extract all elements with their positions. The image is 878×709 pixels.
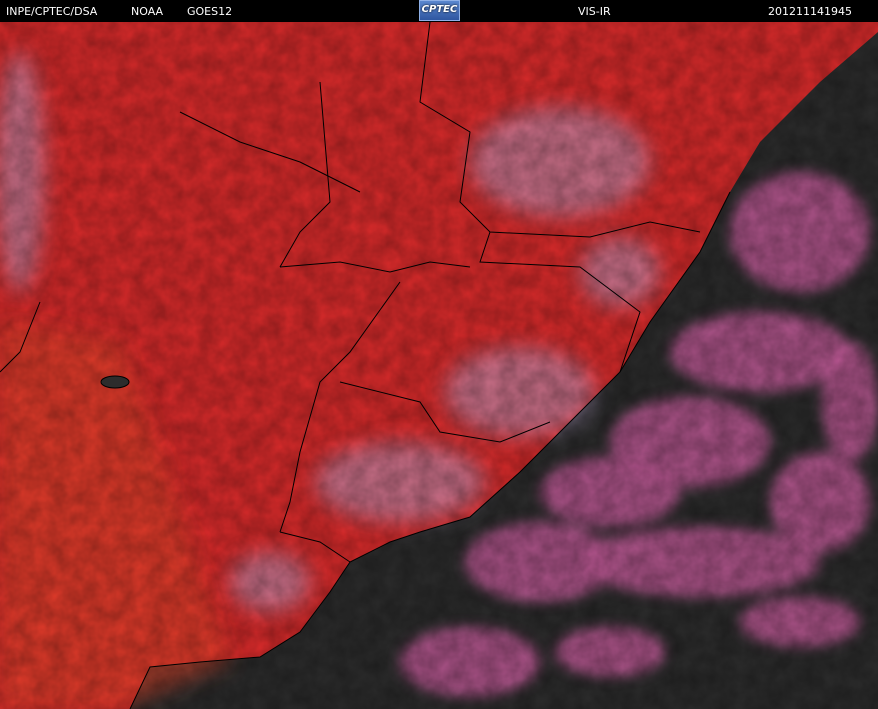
lake	[100, 375, 130, 389]
timestamp-label: 201211141945	[768, 5, 852, 18]
satellite-image-frame: INPE/CPTEC/DSA NOAA GOES12 CPTEC VIS-IR …	[0, 0, 878, 709]
satellite-label: GOES12	[187, 5, 233, 18]
channel-label: VIS-IR	[578, 5, 611, 18]
satellite-imagery	[0, 22, 878, 709]
image-header-bar: INPE/CPTEC/DSA NOAA GOES12 CPTEC VIS-IR …	[0, 0, 878, 22]
surface-texture	[0, 22, 878, 709]
noaa-label: NOAA	[131, 5, 164, 18]
agency-label: INPE/CPTEC/DSA	[6, 5, 98, 18]
cptec-logo: CPTEC	[419, 0, 460, 21]
